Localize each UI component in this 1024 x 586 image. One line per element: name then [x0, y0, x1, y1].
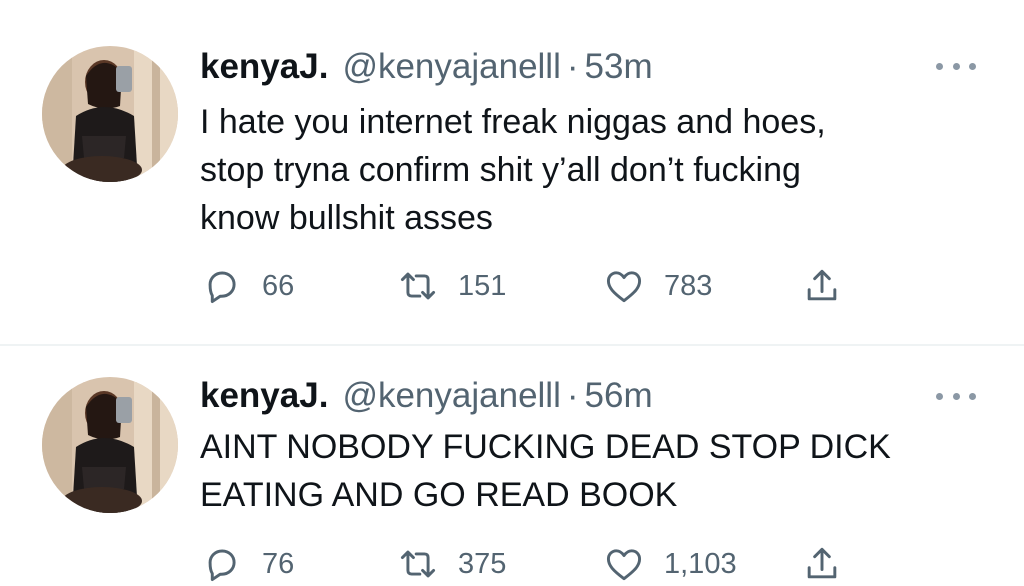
tweet-actions: 66 151 783 [200, 264, 880, 308]
avatar[interactable] [42, 377, 178, 513]
tweet-text: AINT NOBODY FUCKING DEAD STOP DICK EATIN… [200, 423, 990, 519]
share-icon [807, 547, 837, 579]
avatar-photo [42, 377, 178, 513]
share-icon [807, 269, 837, 301]
retweet-icon [400, 272, 436, 300]
tweet[interactable]: kenyaJ. @kenyajanelll · 53m I hate you i… [0, 0, 1024, 345]
reply-bubble-icon [208, 549, 236, 582]
tweet-actions: 76 375 1,103 [200, 542, 880, 586]
tweet-header: kenyaJ. @kenyajanelll · 53m [200, 45, 653, 89]
user-handle[interactable]: @kenyajanelll [342, 45, 560, 89]
display-name[interactable]: kenyaJ. [200, 374, 328, 418]
tweet-text-line: know bullshit asses [200, 199, 493, 237]
tweet-text-line: I hate you internet freak niggas and hoe… [200, 103, 826, 141]
like-count: 783 [664, 269, 713, 302]
retweet-button[interactable]: 151 [396, 264, 506, 308]
retweet-icon [400, 550, 436, 578]
like-button[interactable]: 783 [602, 264, 712, 308]
timestamp[interactable]: 53m [585, 45, 653, 89]
avatar-photo [42, 46, 178, 182]
like-count: 1,103 [664, 547, 737, 580]
avatar[interactable] [42, 46, 178, 182]
tweet-text-line: stop tryna confirm shit y’all don’t fuck… [200, 151, 801, 189]
heart-icon [606, 549, 642, 581]
reply-bubble-icon [208, 271, 236, 304]
user-handle[interactable]: @kenyajanelll [342, 374, 560, 418]
tweet-text-line: EATING AND GO READ BOOK [200, 476, 678, 514]
retweet-count: 375 [458, 547, 507, 580]
separator-dot: · [566, 376, 579, 415]
heart-icon [606, 271, 642, 303]
retweet-count: 151 [458, 269, 507, 302]
reply-count: 76 [262, 547, 295, 580]
separator-dot: · [566, 47, 579, 86]
tweet-text-line: AINT NOBODY FUCKING DEAD STOP DICK [200, 428, 891, 466]
timestamp[interactable]: 56m [585, 374, 653, 418]
more-dots-icon[interactable] [936, 386, 976, 406]
more-dots-icon[interactable] [936, 56, 976, 76]
reply-count: 66 [262, 269, 295, 302]
retweet-button[interactable]: 375 [396, 542, 506, 586]
tweet-text: I hate you internet freak niggas and hoe… [200, 98, 990, 242]
tweet-header: kenyaJ. @kenyajanelll · 56m [200, 374, 653, 418]
tweet[interactable]: kenyaJ. @kenyajanelll · 56m AINT NOBODY … [0, 346, 1024, 586]
reply-button[interactable]: 66 [200, 264, 294, 308]
reply-button[interactable]: 76 [200, 542, 294, 586]
share-button[interactable] [800, 542, 844, 586]
display-name[interactable]: kenyaJ. [200, 45, 328, 89]
like-button[interactable]: 1,103 [602, 542, 737, 586]
share-button[interactable] [800, 264, 844, 308]
